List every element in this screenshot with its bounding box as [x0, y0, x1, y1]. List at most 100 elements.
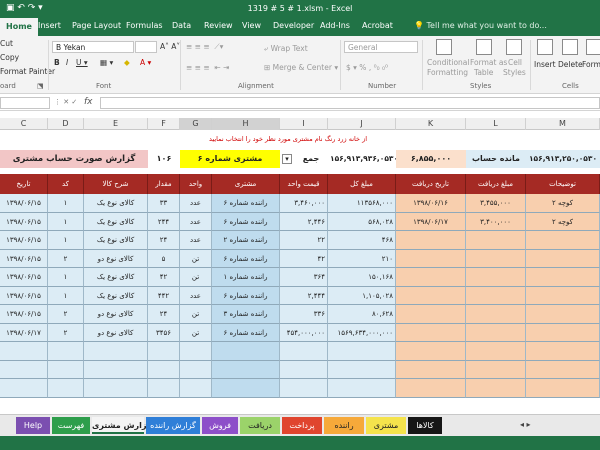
table-cell-recv-date[interactable]	[396, 379, 466, 398]
table-cell-recv-date[interactable]: ۱۳۹۸/۰۶/۱۷	[396, 212, 466, 231]
borders-icon[interactable]: ▦ ▾	[100, 58, 113, 67]
table-cell-recv-date[interactable]	[396, 305, 466, 324]
table-cell-recv-date[interactable]: ۱۳۹۸/۰۶/۱۶	[396, 194, 466, 213]
column-header-j[interactable]: J	[328, 118, 396, 130]
column-header-i[interactable]: I	[280, 118, 328, 130]
conditional-formatting-label-2[interactable]: Formatting	[427, 68, 468, 77]
table-cell-qty[interactable]: ۵	[148, 249, 180, 268]
table-cell-total[interactable]: ۸۰,۶۲۸	[328, 305, 396, 324]
table-cell-price[interactable]	[280, 342, 328, 361]
table-cell-desc[interactable]: کالای نوع دو	[84, 305, 148, 324]
table-cell-date[interactable]: ۱۳۹۸/۰۶/۱۵	[0, 268, 48, 287]
table-cell-unit[interactable]: تن	[180, 249, 212, 268]
tab-acrobat[interactable]: Acrobat	[362, 21, 393, 30]
table-cell-qty[interactable]	[148, 379, 180, 398]
italic-icon[interactable]: I	[66, 58, 68, 67]
table-cell-driver[interactable]: راننده شماره ۶	[212, 249, 280, 268]
table-cell-date[interactable]	[0, 360, 48, 379]
number-format-select[interactable]: General	[344, 41, 418, 53]
table-cell-total[interactable]: ۱۱۳۵۶۸,۰۰۰	[328, 194, 396, 213]
table-cell-desc[interactable]	[84, 379, 148, 398]
table-cell-qty[interactable]	[148, 360, 180, 379]
font-name-select[interactable]: B Yekan	[52, 41, 134, 53]
sheet-tab-4[interactable]: فروش	[202, 417, 238, 434]
tab-developer[interactable]: Developer	[273, 21, 314, 30]
number-format-icons[interactable]: $ ▾ % , ⁰₀ ₀⁰	[346, 63, 388, 72]
column-header-f[interactable]: F	[148, 118, 180, 130]
sheet-nav-icons[interactable]: ◂ ▸	[520, 420, 531, 429]
format-as-table-icon[interactable]	[476, 39, 492, 55]
table-cell-price[interactable]: ۲,۴۴۶	[280, 212, 328, 231]
tab-formulas[interactable]: Formulas	[126, 21, 163, 30]
table-cell-recv-amount[interactable]	[466, 360, 526, 379]
table-cell-qty[interactable]: ۲۴۴	[148, 212, 180, 231]
table-cell-date[interactable]: ۱۳۹۸/۰۶/۱۵	[0, 194, 48, 213]
format-cells-icon[interactable]	[586, 39, 600, 55]
table-cell-recv-amount[interactable]	[466, 342, 526, 361]
tab-page-layout[interactable]: Page Layout	[72, 21, 121, 30]
table-cell-code[interactable]: ۲	[48, 249, 84, 268]
table-cell-recv-amount[interactable]	[466, 305, 526, 324]
bold-icon[interactable]: B	[54, 58, 60, 67]
table-cell-code[interactable]: ۲	[48, 323, 84, 342]
table-cell-date[interactable]: ۱۳۹۸/۰۶/۱۵	[0, 231, 48, 250]
tab-review[interactable]: Review	[204, 21, 233, 30]
tab-view[interactable]: View	[242, 21, 261, 30]
table-cell-price[interactable]: ۳۶۴	[280, 268, 328, 287]
table-cell-date[interactable]	[0, 379, 48, 398]
table-cell-driver[interactable]: راننده شماره ۳	[212, 305, 280, 324]
tab-home[interactable]: Home	[0, 18, 38, 36]
table-cell-driver[interactable]: راننده شماره ۶	[212, 194, 280, 213]
table-cell-recv-date[interactable]	[396, 360, 466, 379]
table-cell-recv-amount[interactable]: ۳,۴۵۵,۰۰۰	[466, 194, 526, 213]
table-cell-unit[interactable]: تن	[180, 305, 212, 324]
customer-select[interactable]: مشتری شماره ۶	[180, 150, 280, 168]
align-horizontal-icons[interactable]: ≡ ≡ ≡ ⇤ ⇥	[186, 63, 229, 72]
table-cell-total[interactable]: ۱۵۶۹,۶۳۴,۰۰۰,۰۰۰	[328, 323, 396, 342]
table-cell-price[interactable]	[280, 360, 328, 379]
table-cell-recv-amount[interactable]	[466, 379, 526, 398]
table-cell-recv-date[interactable]	[396, 323, 466, 342]
table-cell-driver[interactable]	[212, 360, 280, 379]
sheet-tab-8[interactable]: مشتری	[366, 417, 406, 434]
tab-data[interactable]: Data	[172, 21, 191, 30]
table-cell-code[interactable]	[48, 379, 84, 398]
font-color-icon[interactable]: A ▾	[140, 58, 151, 67]
table-cell-recv-date[interactable]	[396, 286, 466, 305]
table-cell-unit[interactable]	[180, 342, 212, 361]
column-header-c[interactable]: C	[0, 118, 48, 130]
table-cell-code[interactable]: ۱	[48, 212, 84, 231]
table-cell-recv-amount[interactable]	[466, 231, 526, 250]
sheet-tab-1[interactable]: فهرست	[52, 417, 90, 434]
tab-add-ins[interactable]: Add-Ins	[320, 21, 350, 30]
table-cell-notes[interactable]	[526, 249, 600, 268]
cell-styles-label-1[interactable]: Cell	[508, 58, 522, 67]
sheet-tab-3[interactable]: گزارش راننده	[146, 417, 200, 434]
dropdown-arrow-icon[interactable]: ▾	[282, 154, 292, 164]
table-cell-recv-date[interactable]	[396, 231, 466, 250]
sheet-tab-0[interactable]: Help	[16, 417, 50, 434]
table-cell-notes[interactable]: کوچه ۲	[526, 212, 600, 231]
table-cell-recv-date[interactable]	[396, 249, 466, 268]
table-cell-recv-amount[interactable]: ۳,۴۰۰,۰۰۰	[466, 212, 526, 231]
conditional-formatting-icon[interactable]	[436, 39, 452, 55]
column-header-h[interactable]: H	[212, 118, 280, 130]
table-cell-notes[interactable]	[526, 286, 600, 305]
table-cell-date[interactable]: ۱۳۹۸/۰۶/۱۵	[0, 249, 48, 268]
table-cell-total[interactable]: ۴۶۸	[328, 231, 396, 250]
table-cell-unit[interactable]: عدد	[180, 212, 212, 231]
table-cell-date[interactable]: ۱۳۹۸/۰۶/۱۵	[0, 305, 48, 324]
table-cell-desc[interactable]: کالای نوع یک	[84, 212, 148, 231]
table-cell-qty[interactable]: ۴۴۲	[148, 286, 180, 305]
table-cell-price[interactable]	[280, 379, 328, 398]
table-cell-code[interactable]: ۱	[48, 194, 84, 213]
table-cell-unit[interactable]: عدد	[180, 194, 212, 213]
underline-icon[interactable]: U ▾	[76, 58, 88, 67]
table-cell-total[interactable]	[328, 379, 396, 398]
table-cell-desc[interactable]: کالای نوع یک	[84, 268, 148, 287]
table-cell-code[interactable]	[48, 360, 84, 379]
table-cell-desc[interactable]	[84, 360, 148, 379]
name-box[interactable]	[0, 97, 50, 109]
table-cell-unit[interactable]	[180, 379, 212, 398]
table-cell-code[interactable]: ۲	[48, 305, 84, 324]
